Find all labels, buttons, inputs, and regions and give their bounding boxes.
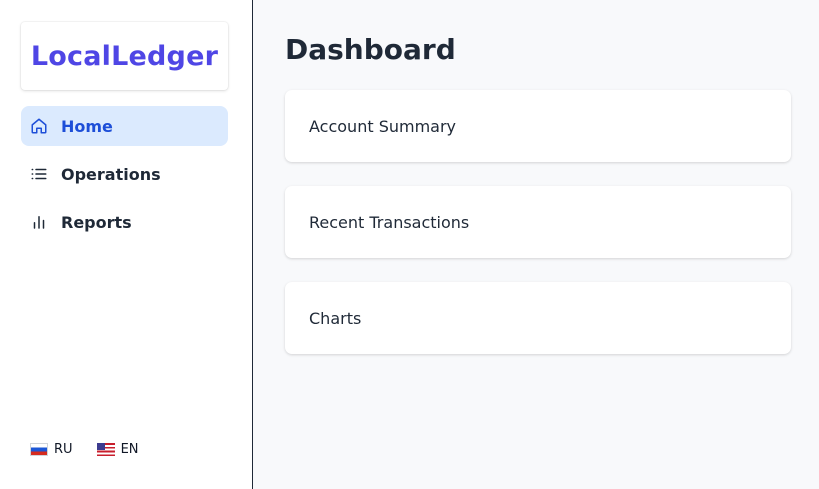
language-option-en[interactable]: EN [96, 442, 139, 457]
list-icon [30, 165, 48, 183]
russia-flag-icon [30, 443, 48, 456]
language-switcher: RU EN [30, 442, 139, 457]
page-title: Dashboard [285, 33, 456, 66]
card-title: Account Summary [309, 116, 457, 136]
card-title: Charts [309, 308, 362, 328]
sidebar-item-label: Reports [61, 212, 132, 232]
logo-text: LocalLedger [30, 40, 219, 72]
sidebar-item-operations[interactable]: Operations [21, 154, 228, 194]
language-code: EN [120, 442, 139, 457]
logo[interactable]: LocalLedger [21, 22, 228, 90]
main-content: Dashboard Account Summary Recent Transac… [253, 0, 819, 489]
sidebar-item-label: Operations [61, 164, 161, 184]
sidebar-item-home[interactable]: Home [21, 106, 228, 146]
us-flag-icon [96, 443, 115, 456]
card-charts[interactable]: Charts [285, 282, 791, 354]
sidebar-item-reports[interactable]: Reports [21, 202, 228, 242]
bar-chart-icon [30, 213, 48, 231]
app-root: LocalLedger Home Operations Reports RU E… [0, 0, 819, 489]
home-icon [30, 117, 48, 135]
sidebar-nav: Home Operations Reports [21, 106, 231, 242]
sidebar: LocalLedger Home Operations Reports RU E… [0, 0, 253, 489]
sidebar-item-label: Home [61, 116, 113, 136]
card-recent-transactions[interactable]: Recent Transactions [285, 186, 791, 258]
language-code: RU [54, 442, 73, 457]
card-account-summary[interactable]: Account Summary [285, 90, 791, 162]
dashboard-cards: Account Summary Recent Transactions Char… [285, 90, 791, 354]
card-title: Recent Transactions [309, 212, 470, 232]
language-option-ru[interactable]: RU [30, 442, 73, 457]
